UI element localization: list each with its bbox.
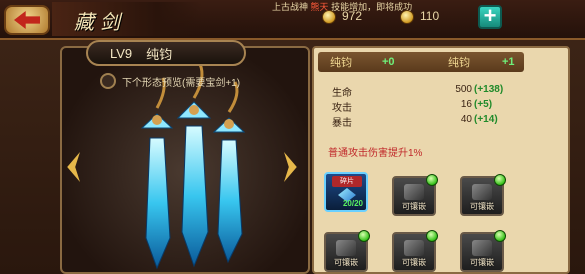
gem-icon: [400, 10, 414, 24]
currency-1-value: 972: [342, 9, 363, 23]
gem-placeholder-icon: [404, 184, 424, 200]
upgrade-name-bar: 纯钧 +0 纯钧 +1: [318, 52, 524, 72]
gem-placeholder-icon: [404, 240, 424, 256]
currency-2-value: 110: [420, 9, 440, 23]
stat-row-attack: 攻击 16 (+5): [332, 99, 512, 114]
next-name: 纯钧: [448, 57, 470, 69]
next-form-preview[interactable]: 下个形态预览(需要宝剑+1): [100, 72, 240, 90]
back-button[interactable]: [4, 5, 50, 35]
weapon-level-tab: LV9 纯钧: [86, 40, 246, 66]
gem-slot[interactable]: 可镶嵌: [392, 174, 438, 216]
stat-bonus: (+14): [474, 114, 498, 125]
gem-slot[interactable]: 可镶嵌: [324, 230, 370, 272]
shard-tag: 碎片: [332, 176, 362, 187]
coin-icon: [322, 10, 336, 24]
sword-2: [176, 63, 212, 268]
gem-slot[interactable]: 可镶嵌: [460, 230, 506, 272]
gem-placeholder-icon: [472, 240, 492, 256]
weapon-name: 纯钧: [146, 46, 173, 62]
slot-label: 可镶嵌: [470, 258, 494, 267]
back-arrow-icon: [14, 11, 40, 29]
gem-slot[interactable]: 可镶嵌: [392, 230, 438, 272]
gem-placeholder-icon: [336, 240, 356, 256]
gem-placeholder-icon: [472, 184, 492, 200]
stat-value: 40: [460, 114, 472, 125]
stat-row-hp: 生命 500 (+138): [332, 84, 512, 99]
page-title: 藏剑: [74, 10, 126, 34]
available-dot-icon: [494, 230, 506, 242]
stat-label: 生命: [332, 88, 352, 99]
stat-bonus: (+5): [474, 99, 493, 110]
shard-slot[interactable]: 碎片 20/20: [324, 172, 368, 212]
stat-label: 暴击: [332, 118, 352, 129]
effect-text: 普通攻击伤害提升1%: [328, 148, 423, 159]
weapon-level: LV9: [110, 45, 133, 61]
next-plus: +1: [502, 56, 515, 68]
stat-row-crit: 暴击 40 (+14): [332, 114, 512, 129]
stat-value: 500: [455, 84, 472, 95]
available-dot-icon: [494, 174, 506, 186]
stat-label: 攻击: [332, 103, 352, 114]
recharge-plus-button[interactable]: +: [478, 5, 502, 29]
stat-value: 16: [460, 99, 472, 110]
preview-ring-icon: [100, 73, 116, 89]
slot-label: 可镶嵌: [402, 202, 426, 211]
current-plus: +0: [382, 56, 395, 68]
available-dot-icon: [426, 230, 438, 242]
preview-label: 下个形态预览(需要宝剑+1): [122, 77, 241, 89]
slot-label: 可镶嵌: [470, 202, 494, 211]
sword-3: [212, 81, 246, 264]
slot-label: 可镶嵌: [334, 258, 358, 267]
stat-bonus: (+138): [474, 84, 504, 95]
available-dot-icon: [426, 174, 438, 186]
current-name: 纯钧: [330, 57, 352, 69]
gem-slot[interactable]: 可镶嵌: [460, 174, 506, 216]
sword-1: [140, 77, 174, 270]
top-status-text: 上古战神 熊天 技能增加，即将成功: [272, 2, 413, 12]
available-dot-icon: [358, 230, 370, 242]
slot-label: 可镶嵌: [402, 258, 426, 267]
shard-count: 20/20: [342, 199, 363, 208]
